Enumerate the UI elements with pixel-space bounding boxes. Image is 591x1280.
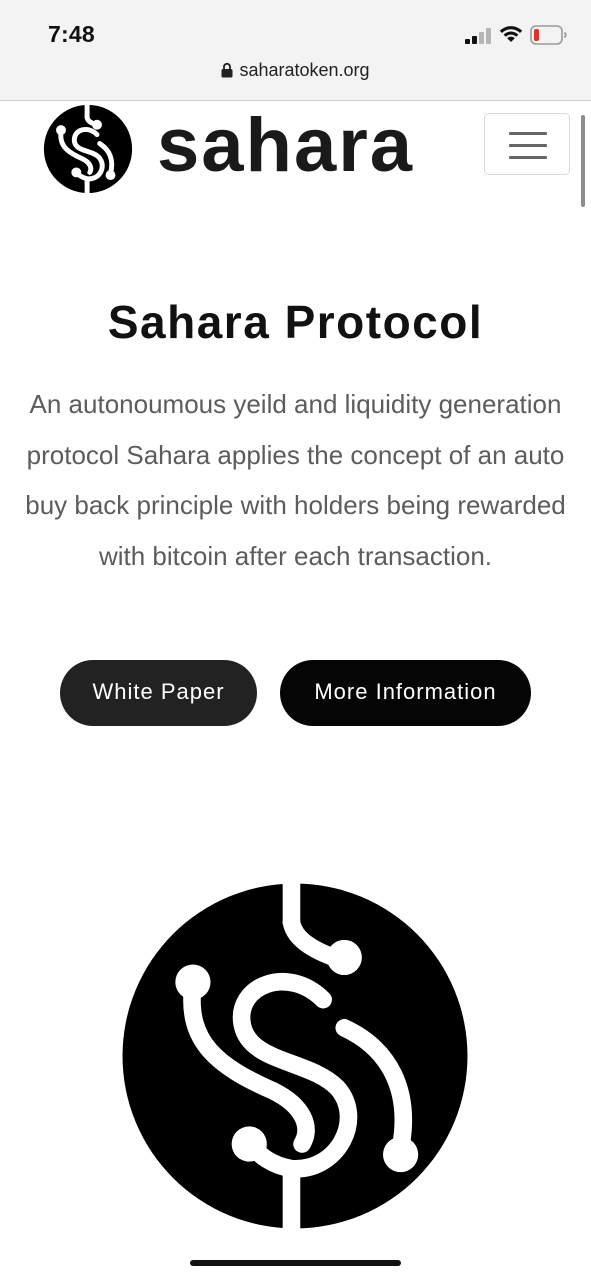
home-indicator[interactable] bbox=[190, 1260, 401, 1266]
hamburger-menu-icon bbox=[509, 132, 547, 135]
site-header: sahara bbox=[0, 101, 591, 211]
cellular-signal-icon bbox=[465, 28, 491, 44]
status-bar: 7:48 saharatoken.org bbox=[0, 0, 591, 101]
menu-icon-line bbox=[509, 156, 547, 159]
menu-icon-line bbox=[509, 144, 547, 147]
url-text: saharatoken.org bbox=[239, 60, 370, 80]
more-information-button[interactable]: More Information bbox=[280, 660, 531, 726]
scroll-indicator[interactable] bbox=[581, 115, 585, 207]
page-title: Sahara Protocol bbox=[107, 296, 484, 348]
status-time: 7:48 bbox=[48, 21, 95, 47]
hero-description: An autonoumous yeild and liquidity gener… bbox=[25, 389, 566, 571]
hamburger-menu-button[interactable] bbox=[484, 113, 570, 175]
lock-icon bbox=[221, 62, 233, 78]
battery-low-icon bbox=[530, 25, 567, 45]
wifi-icon bbox=[499, 26, 523, 42]
sahara-dollar-logo-icon[interactable] bbox=[43, 104, 133, 194]
address-bar[interactable]: saharatoken.org bbox=[0, 60, 591, 90]
white-paper-button[interactable]: White Paper bbox=[60, 660, 257, 726]
sahara-dollar-logo-icon bbox=[122, 880, 468, 1232]
brand-name[interactable]: sahara bbox=[157, 101, 414, 191]
